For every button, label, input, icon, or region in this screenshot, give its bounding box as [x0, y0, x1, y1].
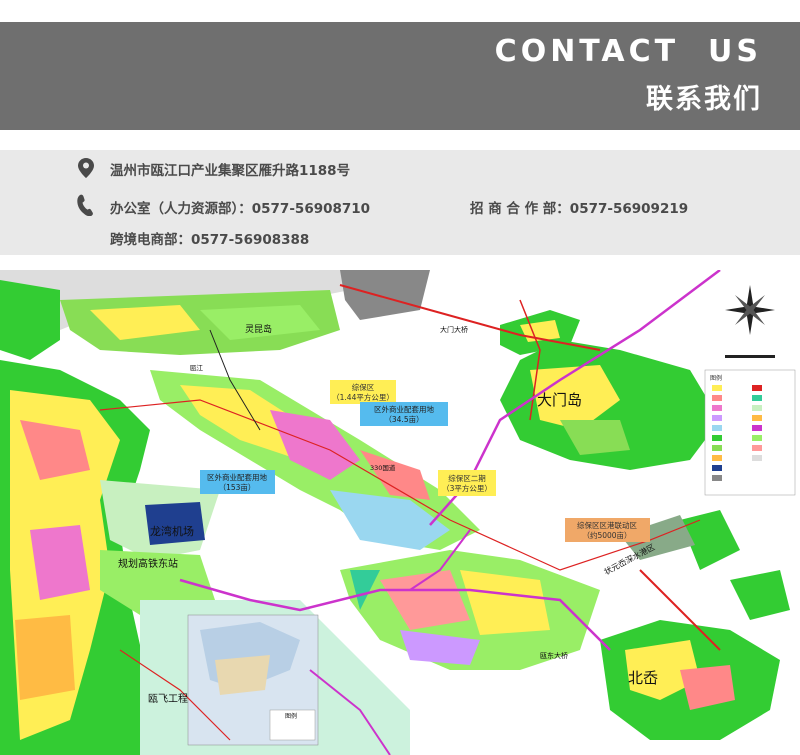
header-subtitle: 联系我们 — [646, 84, 762, 115]
page-header: CONTACT US 联系我们 — [0, 22, 800, 130]
airport-label: 龙湾机场 — [150, 524, 194, 538]
zone-1-label: 综保区 — [352, 382, 375, 392]
hsr-station-label: 规划高铁东站 — [118, 557, 178, 570]
zone-1-area: （1.44平方公里） — [332, 392, 394, 402]
bridge-oudong-label: 瓯东大桥 — [540, 651, 568, 660]
zone-port-area: （约5000亩） — [582, 530, 631, 540]
top-strip — [0, 0, 800, 22]
zone-outer-1-area: （34.5亩） — [384, 414, 423, 424]
beiqi-label: 北岙 — [628, 669, 658, 687]
header-title: CONTACT US — [494, 34, 762, 69]
phone-icon — [76, 194, 96, 220]
contact-panel: 温州市瓯江口产业集聚区雁升路1188号 办公室（人力资源部）：0577-5690… — [0, 150, 800, 255]
investment-phone-text: 招 商 合 作 部：0577-56909219 — [470, 201, 689, 217]
location-pin-icon — [78, 158, 94, 182]
zone-outer-1-label: 区外商业配套用地 — [374, 404, 434, 414]
bridge-damen-label: 大门大桥 — [440, 325, 468, 334]
zone-2-area: （3平方公里） — [442, 483, 492, 493]
planning-map: 图例 综保区 （1.44平方公里） 区外商业配套用地 （34.5亩） 区外商业配… — [0, 270, 800, 755]
zone-2-label: 综保区二期 — [448, 473, 486, 483]
damen-island-label: 大门岛 — [537, 391, 582, 409]
ecommerce-phone-text: 跨境电商部：0577-56908388 — [110, 232, 310, 248]
office-phone-text: 办公室（人力资源部）：0577-56908710 — [110, 201, 371, 217]
zone-outer-2-label: 区外商业配套用地 — [207, 472, 267, 482]
address-text: 温州市瓯江口产业集聚区雁升路1188号 — [110, 163, 351, 179]
inset-legend-label: 图例 — [285, 712, 297, 720]
river-label: 瓯江 — [190, 364, 204, 372]
oufei-label: 瓯飞工程 — [148, 693, 188, 705]
road-330-label: 330国道 — [370, 463, 396, 472]
zone-port-label: 综保区区港联动区 — [577, 520, 637, 530]
lingkun-label: 灵昆岛 — [245, 323, 272, 335]
legend-title: 图例 — [710, 374, 722, 382]
zone-outer-2-area: （153亩） — [219, 482, 256, 492]
